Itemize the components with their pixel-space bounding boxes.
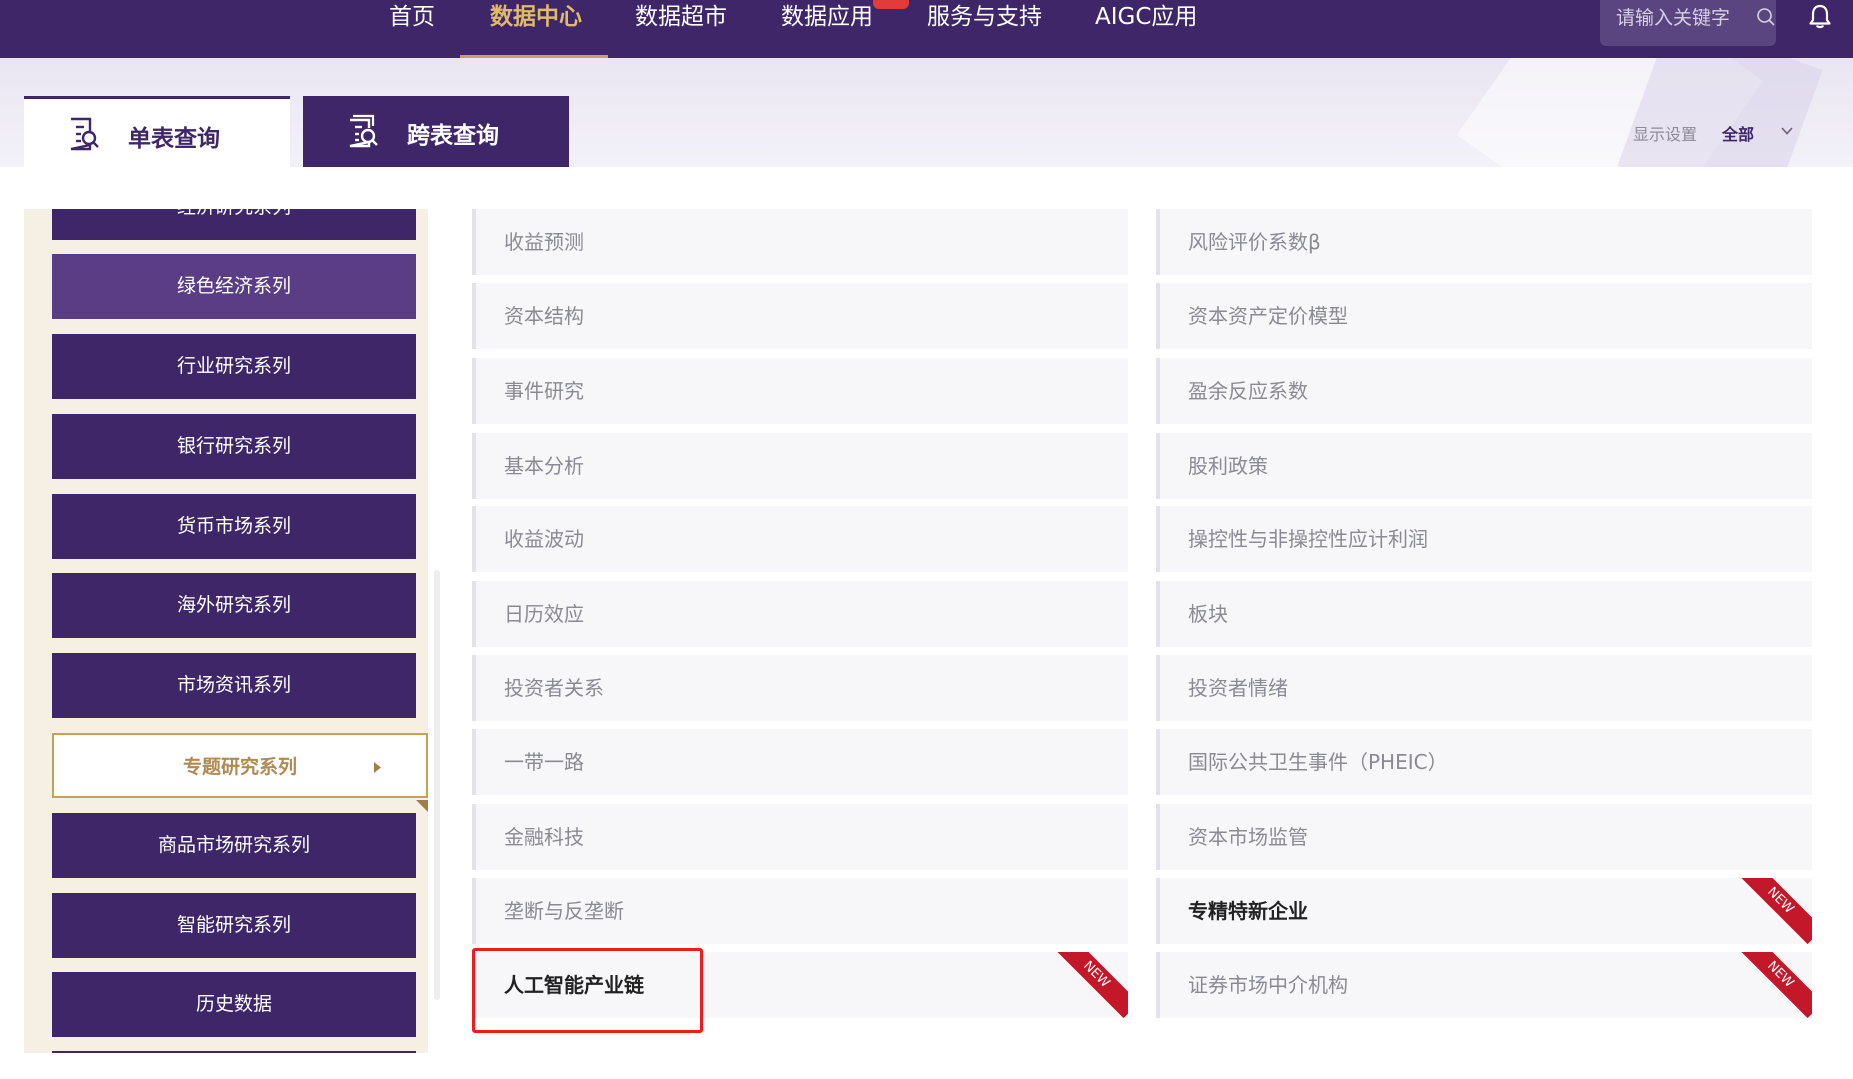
list-item[interactable]: 垄断与反垄断 bbox=[472, 878, 1128, 944]
sidebar: 经济研究系列 绿色经济系列 行业研究系列 银行研究系列 货币市场系列 海外研究系… bbox=[24, 209, 428, 1053]
active-item-tail bbox=[416, 800, 428, 812]
new-badge: NEW bbox=[1052, 952, 1128, 1018]
search-input[interactable] bbox=[1616, 6, 1746, 30]
list-item[interactable]: 一带一路 bbox=[472, 729, 1128, 795]
top-nav: 首页 数据中心 数据超市 数据应用 服务与支持 AIGC应用 bbox=[0, 0, 1853, 58]
list-item[interactable]: 收益预测 bbox=[472, 209, 1128, 275]
display-settings-label[interactable]: 显示设置 bbox=[1633, 121, 1697, 145]
sidebar-item-bank-research[interactable]: 银行研究系列 bbox=[52, 414, 416, 479]
list-item[interactable]: 风险评价系数β bbox=[1156, 209, 1812, 275]
sidebar-item-economy-research[interactable]: 经济研究系列 bbox=[52, 209, 416, 240]
multi-table-search-icon bbox=[349, 114, 378, 148]
tab-label: 跨表查询 bbox=[407, 123, 499, 149]
search-box bbox=[1600, 0, 1776, 46]
nav-data-center[interactable]: 数据中心 bbox=[490, 0, 582, 58]
nav-data-market[interactable]: 数据超市 bbox=[635, 0, 727, 58]
nav-aigc[interactable]: AIGC应用 bbox=[1095, 0, 1197, 58]
sidebar-item-intelligent-research[interactable]: 智能研究系列 bbox=[52, 893, 416, 958]
list-item[interactable]: 投资者关系 bbox=[472, 655, 1128, 721]
list-item[interactable]: 日历效应 bbox=[472, 581, 1128, 647]
list-item[interactable]: 国际公共卫生事件（PHEIC） bbox=[1156, 729, 1812, 795]
nav-home[interactable]: 首页 bbox=[389, 0, 435, 58]
list-item[interactable]: 投资者情绪 bbox=[1156, 655, 1812, 721]
sidebar-item-commodity-market[interactable]: 商品市场研究系列 bbox=[52, 813, 416, 878]
list-item[interactable]: 事件研究 bbox=[472, 358, 1128, 424]
chevron-down-icon[interactable] bbox=[1780, 124, 1794, 138]
list-item[interactable]: 板块 bbox=[1156, 581, 1812, 647]
list-item[interactable]: 股利政策 bbox=[1156, 433, 1812, 499]
caret-right-icon bbox=[374, 762, 381, 773]
tab-cross-table-query[interactable]: 跨表查询 bbox=[303, 96, 569, 167]
sidebar-item-market-news[interactable]: 市场资讯系列 bbox=[52, 653, 416, 718]
sidebar-item-historical-data[interactable]: 历史数据 bbox=[52, 972, 416, 1037]
sidebar-scrollbar[interactable] bbox=[434, 570, 440, 1000]
highlight-box bbox=[472, 948, 703, 1033]
tab-label: 单表查询 bbox=[128, 126, 220, 152]
list-item[interactable]: 资本资产定价模型 bbox=[1156, 283, 1812, 349]
new-badge: NEW bbox=[1736, 952, 1812, 1018]
table-search-icon bbox=[70, 117, 99, 151]
list-item[interactable]: 操控性与非操控性应计利润 bbox=[1156, 506, 1812, 572]
new-badge: NEW bbox=[1736, 878, 1812, 944]
search-icon[interactable] bbox=[1756, 7, 1776, 27]
sidebar-item-money-market[interactable]: 货币市场系列 bbox=[52, 494, 416, 559]
tab-single-table-query[interactable]: 单表查询 bbox=[24, 96, 290, 167]
display-settings-value[interactable]: 全部 bbox=[1722, 121, 1754, 145]
list-item[interactable]: 金融科技 bbox=[472, 804, 1128, 870]
sidebar-item-industry-research[interactable]: 行业研究系列 bbox=[52, 334, 416, 399]
list-item-specialized-enterprises[interactable]: 专精特新企业 NEW bbox=[1156, 878, 1812, 944]
sidebar-item-special-research[interactable]: 专题研究系列 bbox=[52, 733, 428, 798]
sidebar-item-green-economy[interactable]: 绿色经济系列 bbox=[52, 254, 416, 319]
list-item[interactable]: 资本结构 bbox=[472, 283, 1128, 349]
sidebar-item-overseas-research[interactable]: 海外研究系列 bbox=[52, 573, 416, 638]
bell-icon[interactable] bbox=[1808, 4, 1832, 30]
sidebar-item-more[interactable] bbox=[52, 1051, 416, 1053]
list-item-securities-intermediaries[interactable]: 证券市场中介机构 NEW bbox=[1156, 952, 1812, 1018]
nav-data-apps[interactable]: 数据应用 bbox=[781, 0, 873, 58]
list-item[interactable]: 盈余反应系数 bbox=[1156, 358, 1812, 424]
nav-service-support[interactable]: 服务与支持 bbox=[927, 0, 1042, 58]
list-item[interactable]: 收益波动 bbox=[472, 506, 1128, 572]
list-item[interactable]: 资本市场监管 bbox=[1156, 804, 1812, 870]
list-item[interactable]: 基本分析 bbox=[472, 433, 1128, 499]
hot-badge bbox=[873, 0, 909, 9]
